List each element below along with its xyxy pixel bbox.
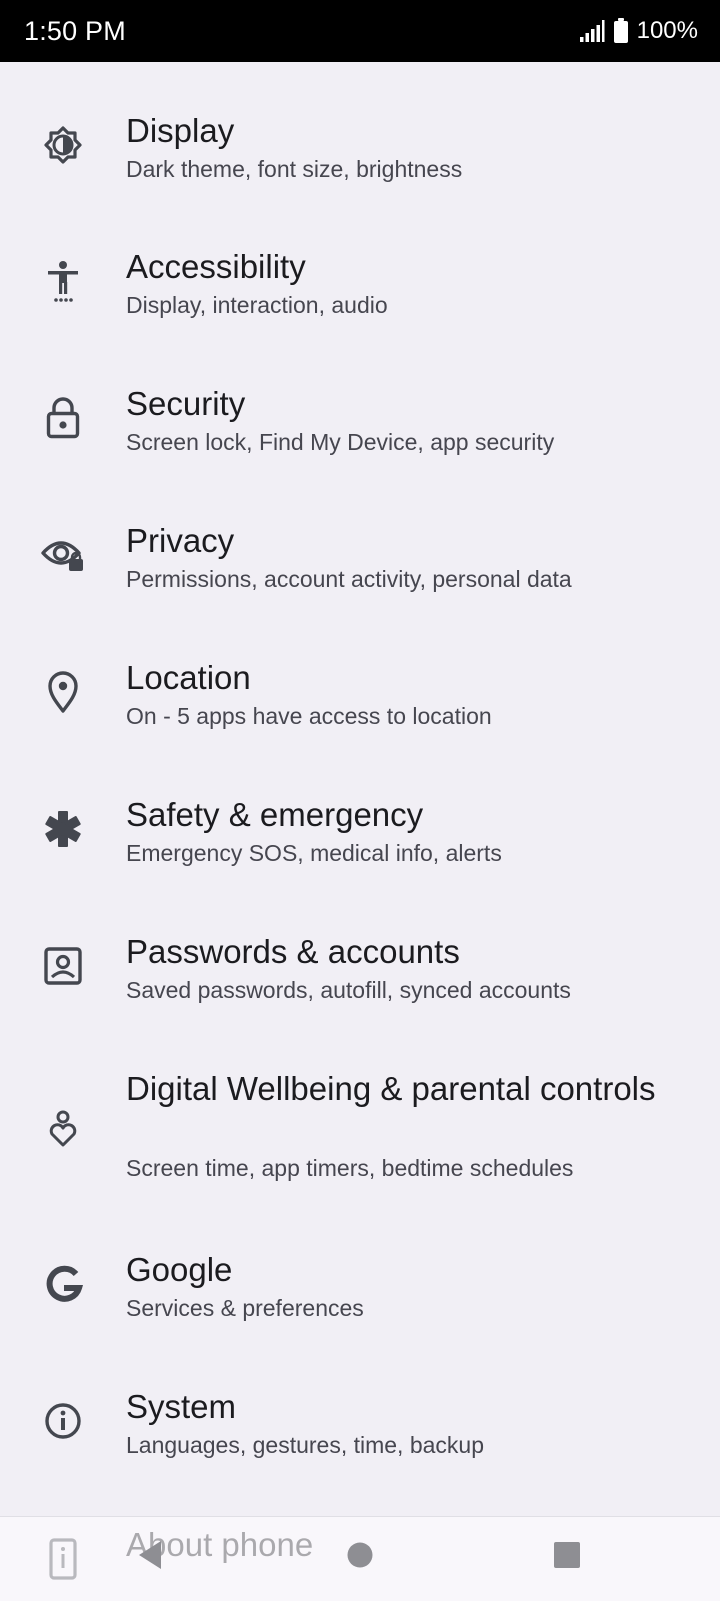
settings-item-summary: Saved passwords, autofill, synced accoun… [126, 977, 571, 1003]
settings-item-title: Location [126, 659, 251, 696]
recents-button[interactable] [542, 1535, 592, 1579]
settings-item-summary: Dark theme, font size, brightness [126, 156, 463, 182]
settings-item-title: System [126, 1388, 237, 1425]
account-box-icon [38, 941, 88, 991]
settings-item-title: Safety & emergency [126, 796, 424, 833]
status-icons: 100% [579, 17, 698, 45]
settings-item-title: Privacy [126, 522, 235, 559]
settings-item-summary: Screen time, app timers, bedtime schedul… [126, 1155, 574, 1181]
settings-item-summary: Emergency SOS, medical info, alerts [126, 840, 502, 866]
battery-percent: 100% [636, 17, 698, 44]
status-bar: 1:50 PM 100% [0, 0, 720, 62]
location-pin-icon [38, 667, 88, 717]
display-brightness-icon [38, 120, 88, 170]
settings-item-safety-emergency[interactable]: Safety & emergency Emergency SOS, medica… [0, 780, 720, 904]
settings-item-summary: Services & preferences [126, 1295, 364, 1321]
lock-icon [38, 393, 88, 443]
settings-item-title: Display [126, 112, 235, 149]
settings-item-summary: Languages, gestures, time, backup [126, 1432, 485, 1458]
signal-icon [579, 19, 605, 43]
settings-item-summary: Permissions, account activity, personal … [126, 566, 572, 592]
back-icon [135, 1538, 165, 1577]
settings-item-title: Google [126, 1251, 233, 1288]
home-button[interactable] [335, 1535, 385, 1579]
settings-item-title: Security [126, 385, 246, 422]
settings-item-title: Accessibility [126, 248, 306, 285]
emergency-asterisk-icon [38, 804, 88, 854]
settings-item-system[interactable]: System Languages, gestures, time, backup [0, 1372, 720, 1496]
settings-item-passwords-accounts[interactable]: Passwords & accounts Saved passwords, au… [0, 917, 720, 1041]
phone-icon [38, 1534, 88, 1584]
wellbeing-icon [38, 1104, 88, 1154]
settings-item-summary: Display, interaction, audio [126, 292, 388, 318]
settings-item-display[interactable]: Display Dark theme, font size, brightnes… [0, 96, 720, 220]
settings-item-summary: Screen lock, Find My Device, app securit… [126, 429, 555, 455]
recents-icon [552, 1540, 582, 1575]
settings-item-accessibility[interactable]: Accessibility Display, interaction, audi… [0, 232, 720, 356]
google-g-icon [38, 1259, 88, 1309]
home-icon [345, 1540, 375, 1575]
status-time: 1:50 PM [24, 15, 126, 46]
settings-item-google[interactable]: Google Services & preferences [0, 1235, 720, 1359]
settings-item-privacy[interactable]: Privacy Permissions, account activity, p… [0, 506, 720, 630]
back-button[interactable] [125, 1535, 175, 1579]
settings-item-title: Digital Wellbeing & parental controls [126, 1070, 656, 1107]
battery-icon [613, 18, 629, 44]
settings-item-location[interactable]: Location On - 5 apps have access to loca… [0, 643, 720, 767]
settings-item-security[interactable]: Security Screen lock, Find My Device, ap… [0, 369, 720, 493]
info-icon [38, 1396, 88, 1446]
accessibility-icon [38, 256, 88, 306]
settings-item-title: Passwords & accounts [126, 933, 460, 970]
privacy-eye-icon [38, 530, 88, 580]
settings-item-digital-wellbeing[interactable]: Digital Wellbeing & parental controls Sc… [0, 1054, 720, 1224]
settings-item-summary: On - 5 apps have access to location [126, 703, 492, 729]
